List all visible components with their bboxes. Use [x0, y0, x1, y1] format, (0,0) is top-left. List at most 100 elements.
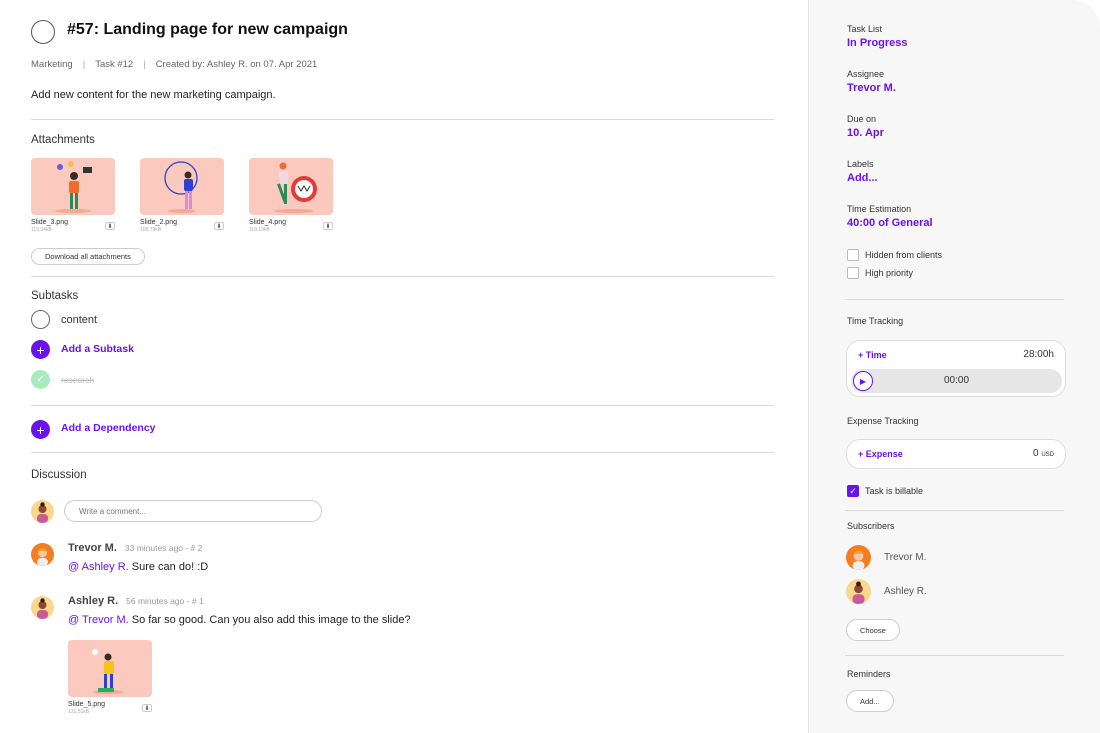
illustration-image [164, 161, 198, 213]
author-name[interactable]: Ashley R. [68, 595, 118, 607]
comment-author: Ashley R. 56 minutes ago - # 1 [68, 595, 204, 607]
complete-task-toggle[interactable] [31, 20, 55, 44]
divider [31, 405, 774, 406]
download-icon[interactable]: ⬇ [214, 222, 224, 230]
author-name[interactable]: Trevor M. [68, 542, 117, 554]
mention-link[interactable]: @ Ashley R. [68, 561, 129, 573]
attachment-name: Slide_4.png [249, 219, 286, 226]
page-title: #57: Landing page for new campaign [67, 21, 348, 38]
meta-separator: | [82, 59, 86, 70]
project-name[interactable]: Marketing [31, 59, 73, 70]
attachment-name: Slide_3.png [31, 219, 68, 226]
assignee-value[interactable]: Trevor M. [847, 82, 896, 94]
divider [31, 119, 774, 120]
time-total: 28:00h [1023, 349, 1054, 360]
subtask-checkbox[interactable] [31, 310, 50, 329]
avatar[interactable] [846, 579, 871, 604]
subscribers-title: Subscribers [847, 521, 895, 531]
avatar[interactable] [846, 545, 871, 570]
choose-subscribers-button[interactable]: Choose [846, 619, 900, 641]
avatar [31, 596, 54, 619]
illustration-image [274, 162, 317, 213]
download-all-button[interactable]: Download all attachments [31, 248, 145, 265]
hidden-from-clients-checkbox[interactable] [847, 249, 859, 261]
attachment-size: 108.79kB [140, 227, 162, 233]
task-list-value[interactable]: In Progress [847, 37, 908, 49]
created-info: Created by: Ashley R. on 07. Apr 2021 [155, 59, 318, 70]
divider [31, 452, 774, 453]
add-dependency-icon[interactable]: + [31, 420, 50, 439]
estimation-value[interactable]: 40:00 of General [847, 217, 933, 229]
attachment-thumbnail[interactable] [31, 158, 115, 215]
subtask-label-done[interactable]: research [61, 375, 94, 385]
divider [845, 299, 1064, 300]
expense-value: 0 [1032, 448, 1039, 459]
attachment-size: 118.19kB [249, 227, 270, 233]
billable-label: Task is billable [865, 486, 924, 496]
due-value[interactable]: 10. Apr [847, 127, 884, 139]
add-expense-button[interactable]: + Expense [858, 449, 903, 459]
comment-input[interactable] [64, 500, 322, 522]
mention-link[interactable]: @ Trevor M. [68, 614, 129, 626]
add-dependency-button[interactable]: Add a Dependency [61, 422, 156, 434]
download-icon[interactable]: ⬇ [105, 222, 115, 230]
expense-tracking-box: + Expense 0 USD [846, 439, 1066, 469]
assignee-label: Assignee [847, 69, 885, 79]
attachment-item[interactable]: Slide_3.png 115.34kB ⬇ [31, 158, 115, 233]
high-priority-checkbox[interactable] [847, 267, 859, 279]
task-number: Task #12 [95, 59, 134, 70]
download-icon[interactable]: ⬇ [142, 704, 152, 712]
expense-tracking-title: Expense Tracking [847, 416, 919, 426]
add-subtask-icon[interactable]: + [31, 340, 50, 359]
divider [31, 276, 774, 277]
comment-author: Trevor M. 33 minutes ago - # 2 [68, 542, 202, 554]
labels-add-button[interactable]: Add... [847, 172, 878, 184]
person-avatar-image [37, 548, 48, 566]
check-icon[interactable]: ✓ [31, 370, 50, 389]
attachment-size: 131.51kB [68, 709, 90, 715]
attachment-thumbnail[interactable] [68, 640, 152, 697]
person-avatar-image [37, 598, 48, 619]
person-avatar-image [852, 581, 865, 604]
high-priority-label: High priority [865, 268, 914, 278]
due-label: Due on [847, 114, 877, 124]
comment-attachment[interactable]: Slide_5.png 131.51kB ⬇ [68, 640, 152, 715]
subtasks-title: Subtasks [31, 290, 79, 302]
add-subtask-button[interactable]: Add a Subtask [61, 343, 134, 355]
divider [845, 655, 1064, 656]
illustration-image [55, 161, 92, 213]
person-avatar-image [37, 502, 48, 523]
attachment-thumbnail[interactable] [140, 158, 224, 215]
comment-body: @ Trevor M. So far so good. Can you also… [68, 614, 411, 626]
timer-value: 00:00 [943, 375, 970, 386]
task-list-label: Task List [847, 24, 883, 34]
attachment-name: Slide_2.png [140, 219, 177, 226]
subtask-label[interactable]: content [61, 314, 97, 326]
attachment-item[interactable]: Slide_4.png 118.19kB ⬇ [249, 158, 333, 233]
labels-label: Labels [847, 159, 874, 169]
attachment-thumbnail[interactable] [249, 158, 333, 215]
attachments-title: Attachments [31, 134, 95, 146]
task-main-panel: #57: Landing page for new campaign Marke… [0, 0, 808, 733]
subscriber-name: Ashley R. [884, 586, 927, 597]
attachment-item[interactable]: Slide_2.png 108.79kB ⬇ [140, 158, 224, 233]
download-icon[interactable]: ⬇ [323, 222, 333, 230]
billable-checkbox[interactable]: ✓ [847, 485, 859, 497]
attachment-name: Slide_5.png [68, 701, 105, 708]
add-reminder-button[interactable]: Add... [846, 690, 894, 712]
hidden-from-clients-label: Hidden from clients [865, 250, 943, 260]
avatar [31, 543, 54, 566]
discussion-title: Discussion [31, 469, 87, 481]
reminders-title: Reminders [847, 669, 891, 679]
expense-currency: USD [1041, 452, 1054, 458]
comment-time: 33 minutes ago - # 2 [124, 543, 203, 553]
comment-text: So far so good. Can you also add this im… [131, 614, 411, 626]
attachment-size: 115.34kB [31, 227, 52, 233]
task-description[interactable]: Add new content for the new marketing ca… [31, 89, 276, 101]
subscriber-name: Trevor M. [884, 552, 927, 563]
timer-bar: ▶ 00:00 [851, 369, 1062, 393]
time-tracking-title: Time Tracking [847, 316, 904, 326]
illustration-image [92, 649, 123, 694]
add-time-button[interactable]: + Time [858, 350, 887, 360]
comment-text: Sure can do! :D [131, 561, 209, 573]
